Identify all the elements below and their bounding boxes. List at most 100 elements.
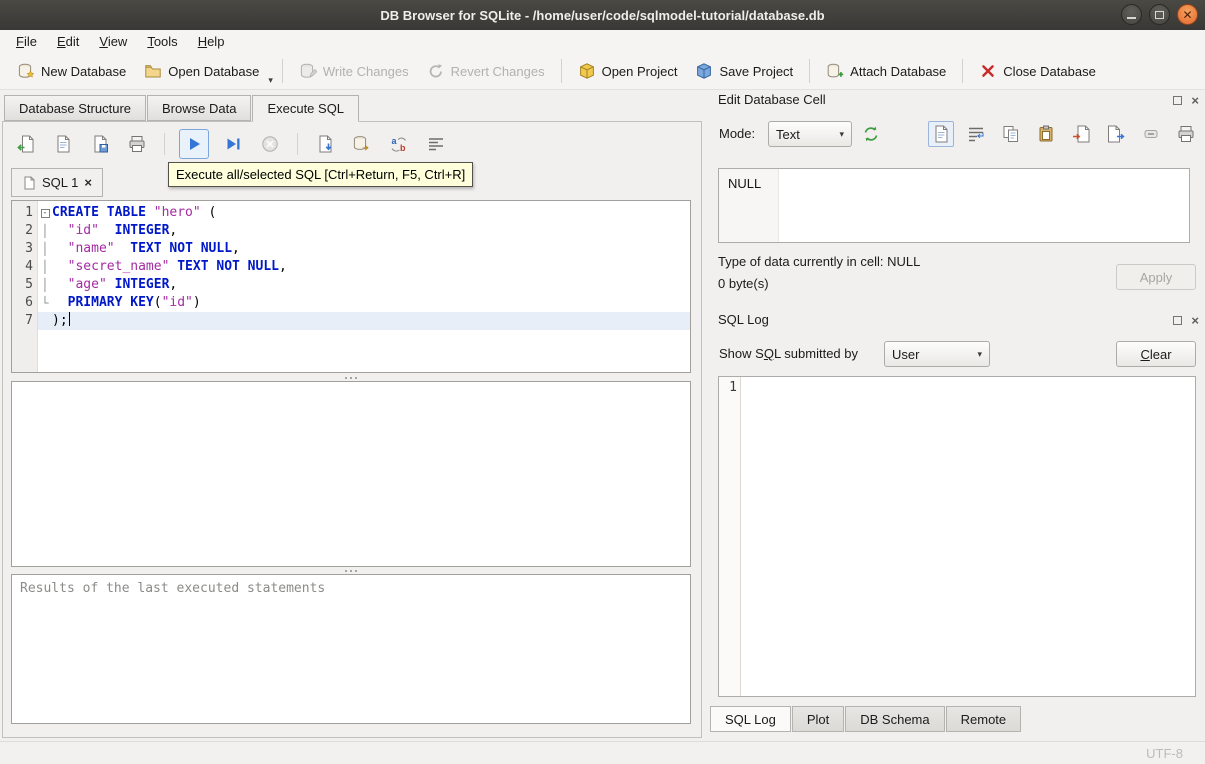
cell-editor[interactable]: NULL — [718, 168, 1190, 243]
sql-doc-tab[interactable]: SQL 1 × — [11, 168, 103, 197]
revert-changes-label: Revert Changes — [450, 63, 545, 79]
stop-button[interactable] — [257, 131, 283, 157]
text-caret — [68, 312, 70, 326]
editor-line[interactable]: 3 │ "name" TEXT NOT NULL, — [12, 240, 690, 258]
sql-toolbar: ab — [13, 128, 449, 160]
open-in-external-button[interactable] — [858, 121, 884, 147]
svg-text:a: a — [392, 136, 398, 146]
submitted-by-select[interactable]: User ▾ — [884, 341, 990, 367]
editor-line[interactable]: 1- CREATE TABLE "hero" ( — [12, 204, 690, 222]
dock-close-icon[interactable]: × — [1191, 94, 1199, 107]
text-edit-button[interactable] — [928, 121, 954, 147]
titlebar[interactable]: DB Browser for SQLite - /home/user/code/… — [0, 0, 1205, 30]
fold-marker-icon[interactable]: - — [38, 204, 52, 222]
window-controls: ✕ — [1121, 4, 1198, 25]
tab-database-structure[interactable]: Database Structure — [4, 95, 147, 121]
editor-line[interactable]: 2 │ "id" INTEGER, — [12, 222, 690, 240]
set-null-button[interactable] — [1138, 121, 1164, 147]
tab-sql-log[interactable]: SQL Log — [710, 706, 791, 732]
export-cell-button[interactable] — [1103, 121, 1129, 147]
dock-close-icon[interactable]: × — [1191, 314, 1199, 327]
left-panel: Database Structure Browse Data Execute S… — [0, 90, 704, 741]
save-project-icon — [695, 62, 713, 80]
editor-line[interactable]: 7); — [12, 312, 690, 330]
execute-current-line-button[interactable] — [220, 131, 246, 157]
minimize-button[interactable] — [1121, 4, 1142, 25]
editor-line[interactable]: 5 │ "age" INTEGER, — [12, 276, 690, 294]
import-cell-button[interactable] — [1068, 121, 1094, 147]
open-database-dropdown[interactable]: ▾ — [268, 75, 275, 89]
close-button[interactable]: ✕ — [1177, 4, 1198, 25]
menu-tools[interactable]: Tools — [137, 31, 187, 52]
sql-toolbar-separator — [297, 133, 298, 155]
find-replace-icon: ab — [389, 134, 409, 154]
apply-button[interactable]: Apply — [1116, 264, 1196, 290]
maximize-button[interactable] — [1149, 4, 1170, 25]
export-csv-button[interactable] — [349, 131, 375, 157]
new-database-button[interactable]: New Database — [8, 58, 135, 84]
clear-log-button[interactable]: Clear — [1116, 341, 1196, 367]
save-sql-file-button[interactable] — [87, 131, 113, 157]
right-panel: Edit Database Cell × Mode: Text ▾ NULL T… — [707, 90, 1205, 741]
sql-log-dock-header: SQL Log × — [707, 312, 1205, 332]
splitter-handle[interactable] — [11, 567, 691, 574]
find-replace-button[interactable]: ab — [386, 131, 412, 157]
execute-sql-button[interactable] — [179, 129, 209, 159]
save-results-button[interactable] — [312, 131, 338, 157]
open-sql-file-button[interactable] — [50, 131, 76, 157]
paste-cell-button[interactable] — [1033, 121, 1059, 147]
revert-changes-button[interactable]: Revert Changes — [418, 58, 554, 84]
open-project-button[interactable]: Open Project — [569, 58, 687, 84]
word-wrap-button[interactable] — [963, 121, 989, 147]
attach-database-label: Attach Database — [850, 63, 947, 79]
float-icon[interactable] — [1173, 96, 1183, 105]
copy-cell-button[interactable] — [998, 121, 1024, 147]
new-tab-button[interactable] — [13, 131, 39, 157]
sql-editor-lines: 1- CREATE TABLE "hero" (2 │ "id" INTEGER, 3… — [12, 201, 690, 330]
float-icon[interactable] — [1173, 316, 1183, 325]
print-button[interactable] — [124, 131, 150, 157]
toolbar-separator — [281, 59, 283, 83]
results-message-pane[interactable]: Results of the last executed statements — [11, 574, 691, 724]
menu-help[interactable]: Help — [188, 31, 235, 52]
code-line: "age" INTEGER, — [67, 277, 178, 292]
word-wrap-button[interactable] — [423, 131, 449, 157]
dock-tab-bar: SQL Log Plot DB Schema Remote — [710, 706, 1022, 732]
sql-log-area[interactable]: 1 — [718, 376, 1196, 697]
app-window: DB Browser for SQLite - /home/user/code/… — [0, 0, 1205, 764]
submitted-by-value: User — [892, 346, 920, 362]
fold-marker-icon: └ — [41, 296, 49, 310]
filter-label: Show SQL submitted by — [719, 346, 858, 361]
new-database-icon — [17, 62, 35, 80]
mode-select[interactable]: Text ▾ — [768, 121, 852, 147]
sql-editor[interactable]: 1- CREATE TABLE "hero" (2 │ "id" INTEGER, 3… — [11, 200, 691, 373]
print-cell-button[interactable] — [1173, 121, 1199, 147]
open-database-button[interactable]: Open Database — [135, 58, 268, 84]
attach-database-button[interactable]: Attach Database — [817, 58, 955, 84]
editor-line[interactable]: 4 │ "secret_name" TEXT NOT NULL, — [12, 258, 690, 276]
toolbar-separator — [962, 59, 964, 83]
save-project-button[interactable]: Save Project — [686, 58, 802, 84]
word-wrap-icon — [426, 134, 446, 154]
tab-browse-data[interactable]: Browse Data — [147, 95, 252, 121]
menu-file[interactable]: File — [6, 31, 47, 52]
tab-execute-sql[interactable]: Execute SQL — [252, 95, 360, 122]
results-grid-pane[interactable] — [11, 381, 691, 567]
close-tab-icon[interactable]: × — [84, 175, 92, 190]
menu-edit[interactable]: Edit — [47, 31, 89, 52]
tab-plot[interactable]: Plot — [791, 706, 845, 732]
editor-line[interactable]: 6 └ PRIMARY KEY("id") — [12, 294, 690, 312]
line-number: 7 — [25, 313, 33, 328]
new-tab-icon — [16, 134, 36, 154]
close-database-button[interactable]: Close Database — [970, 58, 1105, 84]
tab-remote[interactable]: Remote — [945, 706, 1022, 732]
close-database-icon — [979, 62, 997, 80]
splitter-handle[interactable] — [11, 374, 691, 381]
tab-db-schema[interactable]: DB Schema — [845, 706, 945, 732]
export-cell-icon — [1106, 124, 1126, 144]
execute-tooltip: Execute all/selected SQL [Ctrl+Return, F… — [168, 162, 474, 187]
toolbar-separator — [809, 59, 811, 83]
sql-doc-icon — [22, 176, 36, 190]
menu-view[interactable]: View — [89, 31, 137, 52]
write-changes-button[interactable]: Write Changes — [290, 58, 418, 84]
